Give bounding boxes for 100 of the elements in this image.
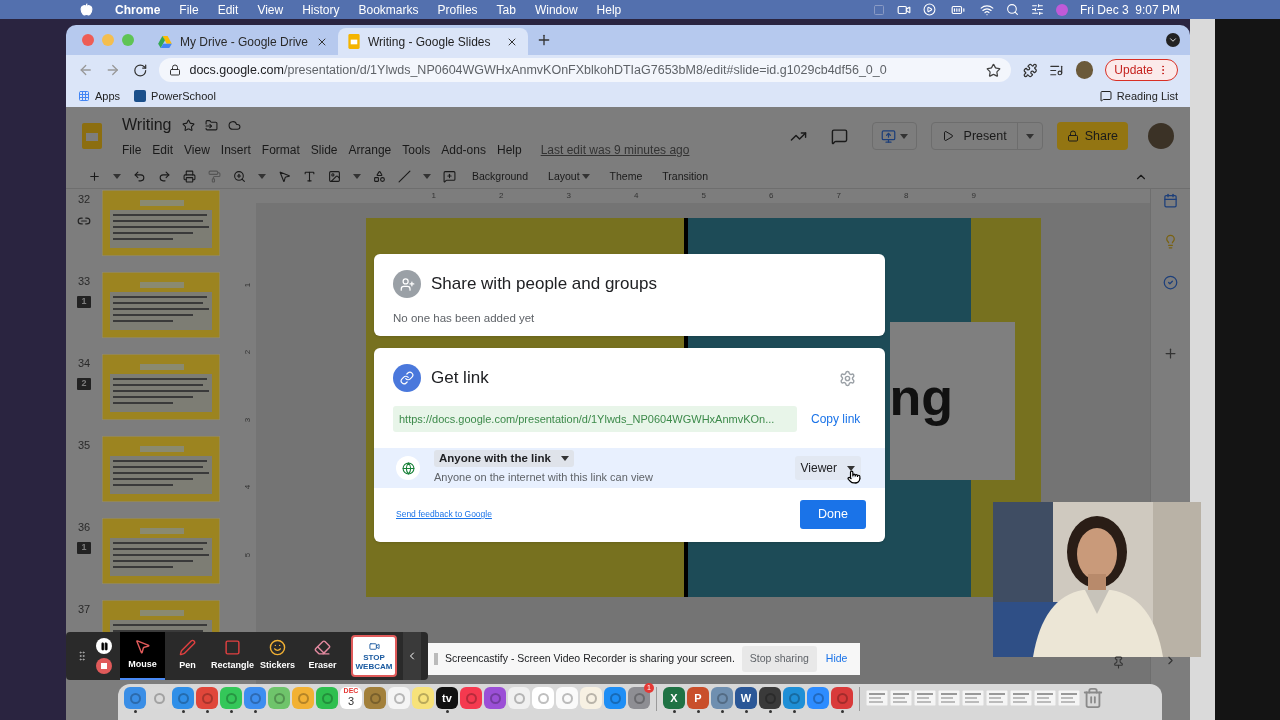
link-url-field[interactable]: https://docs.google.com/presentation/d/1Ylwds_NP0604WGWHxAnmvKOn... [393,406,797,432]
window-thumbnail[interactable] [962,690,984,706]
app-icon[interactable]: X [663,687,685,709]
puzzle-icon[interactable] [1022,62,1038,78]
toolbar-button[interactable]: Background [468,168,533,185]
share-button[interactable]: Share [1056,122,1128,150]
menu-item[interactable]: Slide [310,141,338,159]
line-icon[interactable] [398,170,411,183]
app-icon[interactable] [831,687,853,709]
cloud-icon[interactable] [227,118,241,132]
window-thumbnail[interactable] [938,690,960,706]
access-dropdown[interactable]: Anyone with the link [434,450,574,468]
menu-item[interactable]: Help [596,0,622,19]
window-thumbnail[interactable] [986,690,1008,706]
menu-item[interactable]: Format [261,141,300,159]
drag-handle-icon[interactable] [76,649,88,663]
menu-item[interactable]: Window [534,0,578,19]
menu-item[interactable]: Help [496,141,522,159]
menu-item[interactable]: File [179,0,199,19]
wifi-icon[interactable] [979,2,994,17]
forward-icon[interactable] [105,62,121,78]
menu-item[interactable]: Bookmarks [358,0,419,19]
folder-icon[interactable] [204,118,218,132]
slide-thumbnail[interactable] [102,272,220,338]
comment-icon[interactable] [830,127,848,145]
trash-icon[interactable] [1082,687,1104,709]
slide-thumbnail[interactable] [102,354,220,420]
image-icon[interactable] [328,170,341,183]
text-box-icon[interactable] [303,170,316,183]
comment-count[interactable]: 1 [77,295,91,308]
clock[interactable]: Fri Dec 3 9:07 PM [1079,0,1180,19]
undo-icon[interactable] [133,170,146,183]
stop-webcam-button[interactable]: STOP WEBCAM [351,635,397,677]
check-circle-icon[interactable] [1163,275,1178,290]
recorder-tool[interactable]: Rectangle [210,632,255,680]
slide-thumbnail[interactable] [102,436,220,502]
sliders-icon[interactable] [1030,3,1044,16]
bookmark[interactable]: Apps [78,87,121,105]
plus-icon[interactable] [88,170,101,183]
app-icon[interactable]: W [735,687,757,709]
menu-item[interactable]: File [122,141,142,159]
menu-item[interactable]: View [184,141,210,159]
avatar[interactable] [1148,123,1174,149]
recorder-tool[interactable]: Eraser [300,632,345,680]
zoom-icon[interactable] [233,170,246,183]
menu-item[interactable]: Profiles [437,0,478,19]
menu-item[interactable]: Add-ons [441,141,486,159]
present-to-meeting-button[interactable] [871,122,917,150]
browser-tab[interactable]: Writing - Google Slides [338,28,528,55]
update-button[interactable]: Update [1105,59,1178,81]
play-icon[interactable] [922,3,936,16]
done-button[interactable]: Done [800,500,866,529]
recorder-tool[interactable]: Stickers [255,632,300,680]
reading-list[interactable]: Reading List [1099,87,1178,105]
role-dropdown[interactable]: Viewer [794,456,861,480]
recorder-tool[interactable]: Pen [165,632,210,680]
comment-count[interactable]: 2 [77,377,91,390]
shapes-icon[interactable] [373,170,386,183]
copy-link-button[interactable]: Copy link [809,410,863,428]
menu-item[interactable]: View [257,0,284,19]
menu-item[interactable]: History [302,0,340,19]
app-icon[interactable] [196,687,218,709]
plus-icon[interactable] [1163,346,1178,361]
app-icon[interactable] [460,687,482,709]
search-icon[interactable] [1005,3,1019,16]
present-button[interactable]: Present [930,122,1043,150]
settings-icon[interactable] [839,369,856,387]
browser-tab[interactable]: My Drive - Google Drive [148,28,338,55]
comment-count[interactable]: 1 [77,541,91,554]
toolbar-button[interactable]: Theme [605,168,647,185]
app-icon[interactable] [484,687,506,709]
stop-sharing-button[interactable]: Stop sharing [741,646,817,672]
window-thumbnail[interactable] [866,690,888,706]
menu-item[interactable]: Insert [220,141,251,159]
apple-icon[interactable] [80,3,93,16]
print-icon[interactable] [183,170,196,183]
window-thumbnail[interactable] [1058,690,1080,706]
new-tab-icon[interactable] [536,32,552,48]
select-icon[interactable] [278,170,291,183]
slide-thumbnail[interactable] [102,190,220,256]
recorder-tool[interactable]: Mouse [120,632,165,680]
hide-button[interactable]: Hide [823,651,850,667]
pause-button[interactable] [96,638,112,654]
star-icon[interactable] [985,62,1001,78]
slide-thumbnail[interactable] [102,600,220,632]
back-icon[interactable] [78,62,94,78]
redo-icon[interactable] [158,170,171,183]
menu-item[interactable]: Tab [496,0,516,19]
address-bar[interactable]: docs.google.com/presentation/d/1Ylwds_NP0604WGWHxAnmvKOnFXblkohDTIaG7653bM8/edit#slide=id.g1029cb4df56_0_0 [159,58,1011,82]
menu-item[interactable]: Edit [152,141,174,159]
reload-icon[interactable] [132,62,148,78]
window-thumbnail[interactable] [914,690,936,706]
app-icon[interactable] [759,687,781,709]
toolbar-button[interactable]: Transition [658,168,712,185]
menu-item[interactable]: Arrange [348,141,392,159]
stop-button[interactable] [96,658,112,674]
calendar-icon[interactable] [1163,193,1178,208]
window-thumbnail[interactable] [1010,690,1032,706]
menu-item[interactable]: Edit [217,0,239,19]
document-title[interactable]: Writing [122,113,172,137]
